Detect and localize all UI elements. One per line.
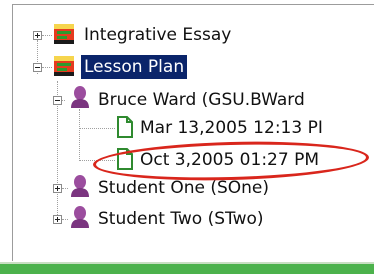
document-icon — [117, 116, 133, 138]
tree-connector — [42, 67, 52, 68]
tree-panel: Integrative Essay Lesson Plan Bruce Ward… — [12, 4, 374, 261]
tree-connector — [79, 128, 115, 129]
expand-toggle[interactable] — [33, 31, 42, 40]
tree-connector — [62, 188, 68, 189]
expand-toggle[interactable] — [53, 184, 62, 193]
tree-item-label: Mar 13,2005 12:13 PI — [140, 118, 323, 138]
tree-item-document-mar-13[interactable]: Mar 13,2005 12:13 PI — [137, 113, 326, 143]
tree-item-label: Lesson Plan — [81, 55, 188, 79]
tree-item-lesson-plan[interactable]: Lesson Plan — [81, 52, 188, 82]
collapse-toggle[interactable] — [53, 96, 62, 105]
tree-item-label: Integrative Essay — [84, 25, 232, 45]
tree-connector — [79, 109, 80, 161]
expand-toggle[interactable] — [53, 215, 62, 224]
status-bar — [0, 262, 374, 274]
collapse-toggle[interactable] — [33, 63, 42, 72]
tree-item-bruce-ward[interactable]: Bruce Ward (GSU.BWard — [95, 85, 308, 115]
tree-connector — [42, 35, 52, 36]
tree-item-label: Bruce Ward (GSU.BWard — [98, 90, 305, 110]
student-icon — [71, 175, 89, 197]
student-icon — [71, 86, 89, 108]
assignment-icon — [54, 56, 74, 76]
tree-item-label: Student Two (STwo) — [98, 209, 264, 229]
tree-item-integrative-essay[interactable]: Integrative Essay — [81, 20, 234, 50]
assignment-icon — [54, 24, 74, 44]
tree-item-student-two[interactable]: Student Two (STwo) — [95, 204, 267, 234]
student-icon — [71, 206, 89, 228]
tree-connector — [62, 219, 68, 220]
